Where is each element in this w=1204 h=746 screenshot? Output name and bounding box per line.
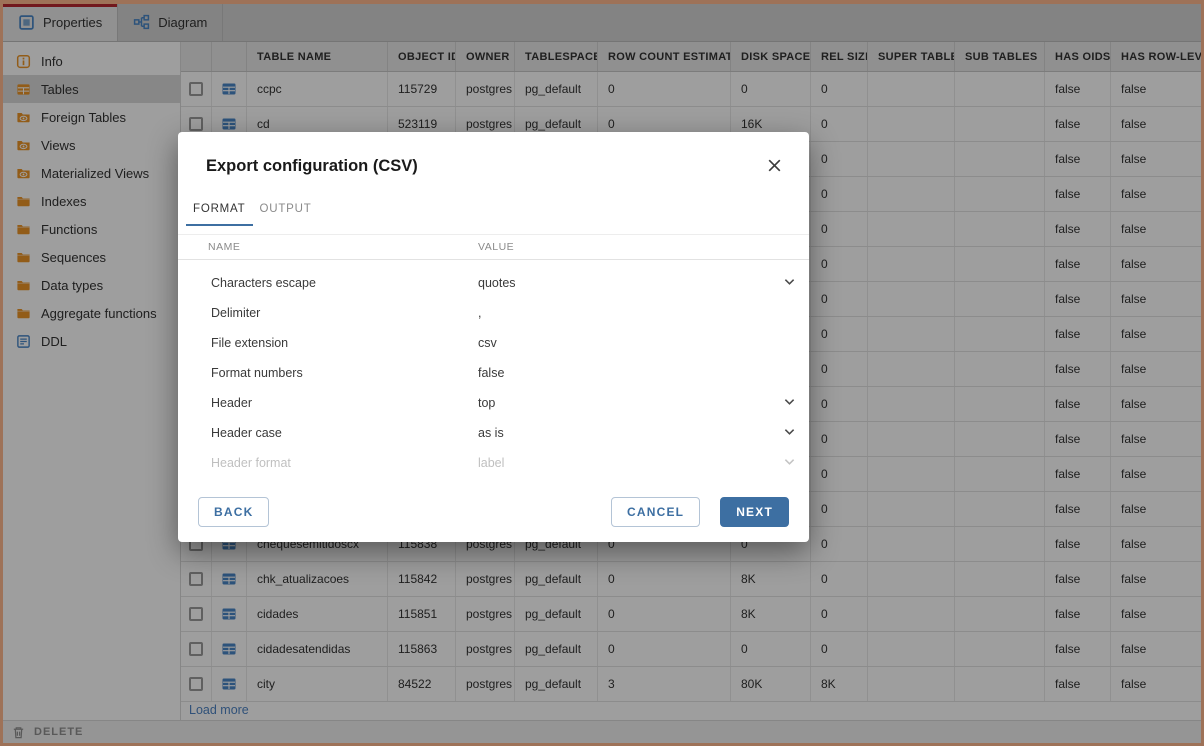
close-icon[interactable] — [766, 157, 783, 174]
dialog-tab-output[interactable]: OUTPUT — [253, 203, 319, 226]
config-name: Header — [178, 396, 478, 410]
export-configuration-dialog: Export configuration (CSV) FORMATOUTPUT … — [178, 132, 809, 542]
config-value-header: VALUE — [478, 241, 514, 253]
config-name: Header format — [178, 456, 478, 470]
config-name: Format numbers — [178, 366, 478, 380]
chevron-down-icon[interactable] — [784, 278, 795, 286]
dialog-footer: BACK CANCEL NEXT — [178, 497, 809, 527]
config-rows: Characters escape quotesDelimiter ,File … — [178, 260, 809, 472]
config-value[interactable]: false — [478, 366, 809, 380]
back-button[interactable]: BACK — [198, 497, 269, 527]
config-value[interactable]: top — [478, 396, 809, 410]
config-row-header-format: Header format label — [178, 448, 809, 472]
config-row-header-case: Header case as is — [178, 418, 809, 448]
config-name: Characters escape — [178, 276, 478, 290]
config-value[interactable]: label — [478, 456, 809, 470]
chevron-down-icon[interactable] — [784, 428, 795, 436]
config-name: Delimiter — [178, 306, 478, 320]
dialog-tabs: FORMATOUTPUT — [186, 203, 809, 226]
dialog-tab-format[interactable]: FORMAT — [186, 203, 253, 226]
next-button[interactable]: NEXT — [720, 497, 789, 527]
config-name: Header case — [178, 426, 478, 440]
dialog-title: Export configuration (CSV) — [178, 132, 809, 176]
chevron-down-icon[interactable] — [784, 398, 795, 406]
config-value[interactable]: as is — [478, 426, 809, 440]
config-row-file-extension: File extension csv — [178, 328, 809, 358]
config-grid-header: NAME VALUE — [178, 234, 809, 260]
cancel-button[interactable]: CANCEL — [611, 497, 700, 527]
config-value[interactable]: csv — [478, 336, 809, 350]
config-row-format-numbers: Format numbers false — [178, 358, 809, 388]
config-row-delimiter: Delimiter , — [178, 298, 809, 328]
config-name: File extension — [178, 336, 478, 350]
config-value[interactable]: , — [478, 306, 809, 320]
chevron-down-icon[interactable] — [784, 458, 795, 466]
config-value[interactable]: quotes — [478, 276, 809, 290]
config-row-header: Header top — [178, 388, 809, 418]
config-row-characters-escape: Characters escape quotes — [178, 268, 809, 298]
config-name-header: NAME — [178, 241, 478, 253]
